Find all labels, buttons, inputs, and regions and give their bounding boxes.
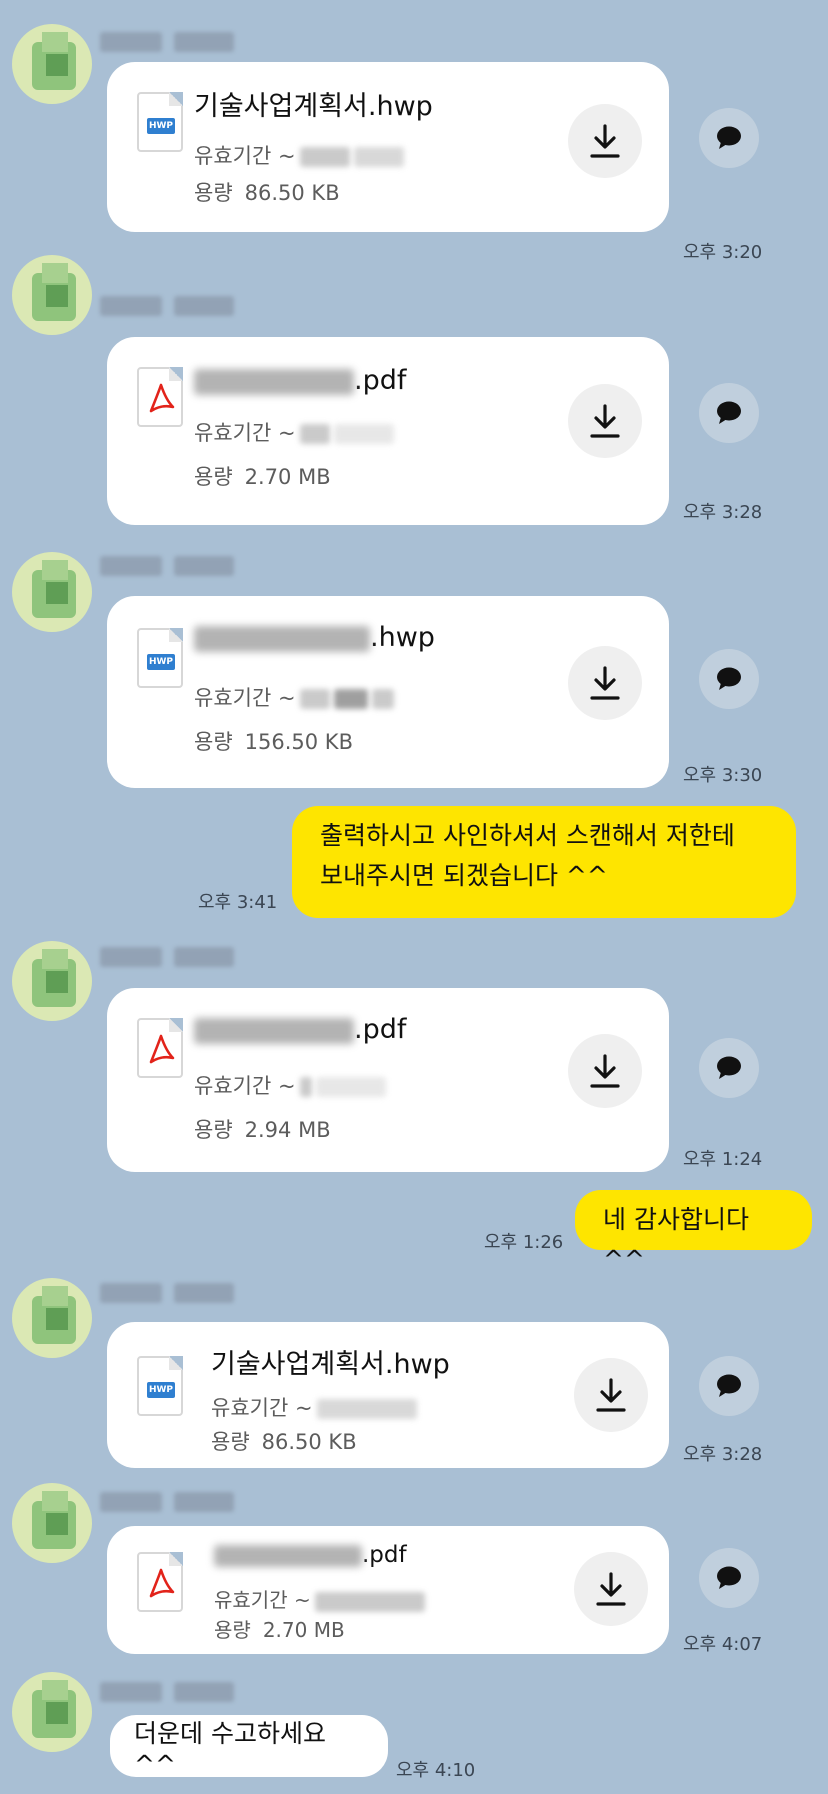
timestamp: 오후 4:10 xyxy=(396,1760,476,1781)
file-expiry: 유효기간 ~ xyxy=(194,1070,386,1100)
avatar[interactable] xyxy=(12,1278,92,1358)
download-icon xyxy=(596,1572,626,1606)
sender-name xyxy=(100,1492,260,1514)
file-card[interactable]: HWP .hwp 유효기간 ~ 용량 156.50 KB xyxy=(107,596,669,788)
avatar[interactable] xyxy=(12,255,92,335)
hwp-file-icon: HWP xyxy=(137,628,183,688)
file-size: 용량 86.50 KB xyxy=(194,181,340,205)
pdf-file-icon xyxy=(137,367,183,427)
file-expiry: 유효기간 ~ xyxy=(194,417,394,447)
file-expiry: 유효기간 ~ xyxy=(211,1392,417,1422)
hwp-file-icon: HWP xyxy=(137,1356,183,1416)
file-size: 용량 2.94 MB xyxy=(194,1118,331,1142)
sender-name xyxy=(100,1283,260,1305)
sender-name xyxy=(100,32,260,54)
message-text: 네 감사합니다 ^^ xyxy=(603,1205,749,1274)
avatar[interactable] xyxy=(12,24,92,104)
avatar[interactable] xyxy=(12,1672,92,1752)
sender-name xyxy=(100,947,260,969)
sent-message-bubble[interactable]: 출력하시고 사인하셔서 스캔해서 저한테 보내주시면 되겠습니다 ^^ xyxy=(292,806,796,918)
timestamp: 오후 4:07 xyxy=(683,1634,763,1655)
file-expiry: 유효기간 ~ xyxy=(194,682,394,712)
download-button[interactable] xyxy=(568,646,642,720)
message-text: 더운데 수고하세요^^ xyxy=(134,1718,326,1779)
download-icon xyxy=(590,666,620,700)
speech-bubble-icon xyxy=(717,401,741,424)
share-button[interactable] xyxy=(699,108,759,168)
pdf-file-icon xyxy=(137,1552,183,1612)
file-card[interactable]: .pdf 유효기간 ~ 용량 2.70 MB xyxy=(107,337,669,525)
share-button[interactable] xyxy=(699,649,759,709)
file-name: .hwp xyxy=(194,622,435,653)
file-name: 기술사업계획서.hwp xyxy=(211,1349,450,1380)
speech-bubble-icon xyxy=(717,667,741,690)
pdf-file-icon xyxy=(137,1018,183,1078)
download-button[interactable] xyxy=(568,1034,642,1108)
file-card[interactable]: HWP 기술사업계획서.hwp 유효기간 ~ 용량 86.50 KB xyxy=(107,62,669,232)
file-expiry: 유효기간 ~ xyxy=(214,1584,425,1613)
sent-message-bubble[interactable]: 네 감사합니다 ^^ xyxy=(575,1190,812,1274)
download-button[interactable] xyxy=(574,1552,648,1626)
speech-bubble-icon xyxy=(717,126,741,149)
file-card[interactable]: HWP 기술사업계획서.hwp 유효기간 ~ 용량 86.50 KB xyxy=(107,1322,669,1468)
file-name: 기술사업계획서.hwp xyxy=(194,91,433,122)
avatar[interactable] xyxy=(12,1483,92,1563)
hwp-file-icon: HWP xyxy=(137,92,183,152)
speech-bubble-icon xyxy=(717,1056,741,1079)
timestamp: 오후 3:28 xyxy=(683,1444,763,1465)
sender-name xyxy=(100,296,260,318)
avatar[interactable] xyxy=(12,552,92,632)
download-button[interactable] xyxy=(568,104,642,178)
download-icon xyxy=(596,1378,626,1412)
file-size: 용량 2.70 MB xyxy=(214,1618,345,1642)
timestamp: 오후 3:30 xyxy=(683,765,763,786)
download-icon xyxy=(590,404,620,438)
file-size: 용량 2.70 MB xyxy=(194,465,331,489)
speech-bubble-icon xyxy=(717,1566,741,1589)
message-text: 보내주시면 되겠습니다 ^^ xyxy=(320,861,608,890)
sender-name xyxy=(100,1682,260,1704)
timestamp: 오후 1:24 xyxy=(683,1149,763,1170)
download-icon xyxy=(590,124,620,158)
message-text: 출력하시고 사인하셔서 스캔해서 저한테 xyxy=(320,821,735,850)
file-name: .pdf xyxy=(214,1542,407,1568)
received-message-bubble[interactable]: 더운데 수고하세요^^ xyxy=(110,1715,388,1779)
timestamp: 오후 1:26 xyxy=(484,1232,564,1253)
file-name: .pdf xyxy=(194,1014,406,1045)
file-name: .pdf xyxy=(194,365,406,396)
timestamp: 오후 3:28 xyxy=(683,502,763,523)
sender-name xyxy=(100,556,260,578)
file-expiry: 유효기간 ~ xyxy=(194,140,404,170)
timestamp: 오후 3:41 xyxy=(198,892,278,913)
file-card[interactable]: .pdf 유효기간 ~ 용량 2.70 MB xyxy=(107,1526,669,1654)
speech-bubble-icon xyxy=(717,1374,741,1397)
download-button[interactable] xyxy=(574,1358,648,1432)
download-button[interactable] xyxy=(568,384,642,458)
file-card[interactable]: .pdf 유효기간 ~ 용량 2.94 MB xyxy=(107,988,669,1172)
file-size: 용량 156.50 KB xyxy=(194,730,353,754)
share-button[interactable] xyxy=(699,1356,759,1416)
download-icon xyxy=(590,1054,620,1088)
timestamp: 오후 3:20 xyxy=(683,242,763,263)
share-button[interactable] xyxy=(699,1548,759,1608)
file-size: 용량 86.50 KB xyxy=(211,1430,357,1454)
share-button[interactable] xyxy=(699,383,759,443)
share-button[interactable] xyxy=(699,1038,759,1098)
avatar[interactable] xyxy=(12,941,92,1021)
